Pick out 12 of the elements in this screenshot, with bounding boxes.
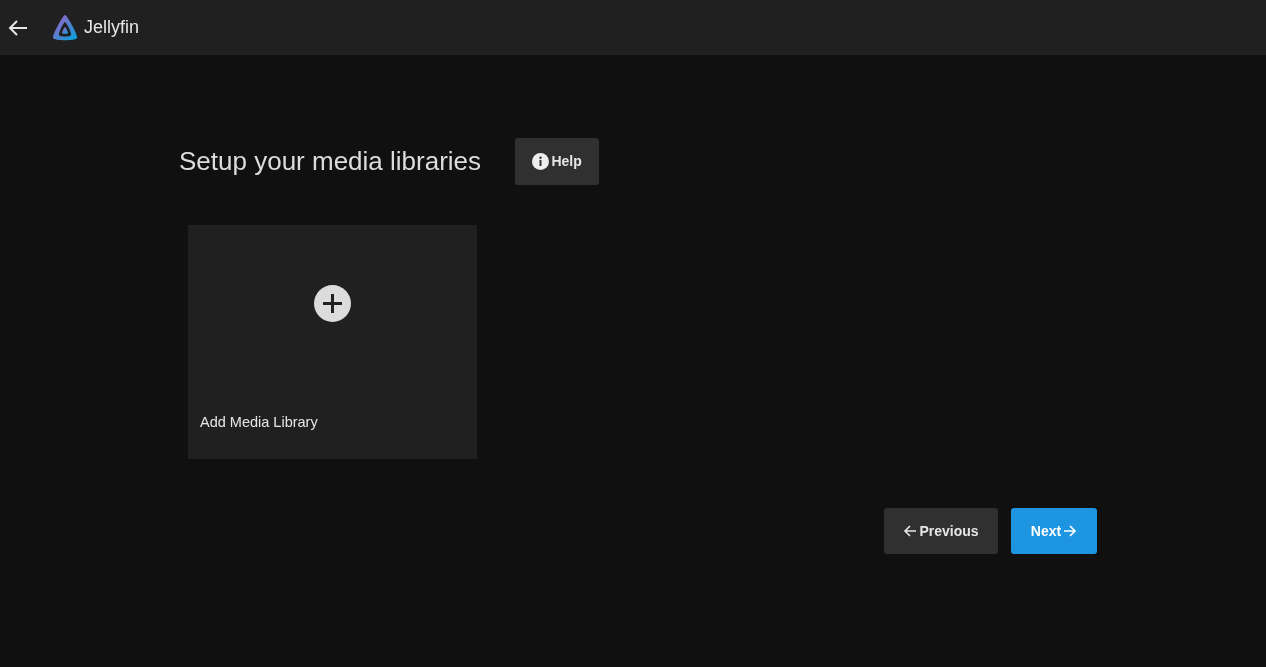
info-icon	[532, 153, 550, 170]
left-arrow-icon	[903, 524, 918, 538]
add-library-card[interactable]: Add Media Library	[188, 225, 477, 459]
page-title: Setup your media libraries	[179, 145, 482, 178]
previous-button[interactable]: Previous	[884, 508, 998, 554]
app-name: Jellyfin	[84, 16, 140, 39]
help-button[interactable]: Help	[515, 138, 600, 185]
right-arrow-icon	[1063, 524, 1078, 538]
logo-icon	[50, 12, 80, 43]
plus-icon	[314, 285, 351, 322]
app-logo-link[interactable]: Jellyfin	[50, 12, 140, 43]
back-arrow-icon	[8, 18, 28, 37]
